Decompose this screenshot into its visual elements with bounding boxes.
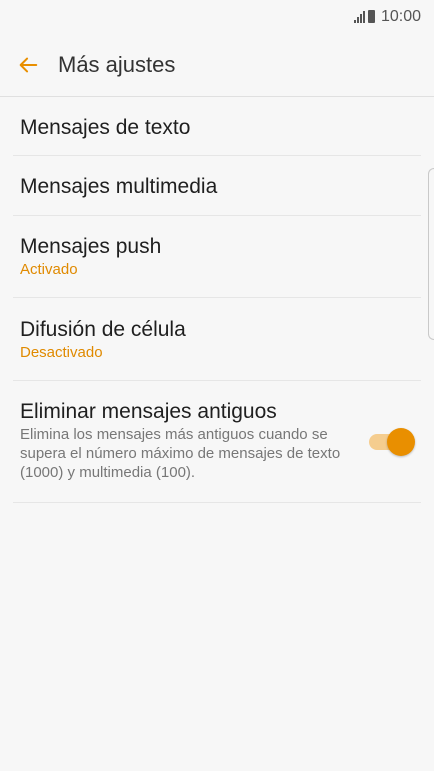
- page-title: Más ajustes: [58, 51, 176, 77]
- toggle-thumb: [387, 428, 415, 456]
- settings-list: Mensajes de texto Mensajes multimedia Me…: [0, 97, 434, 503]
- status-time: 10:00: [380, 7, 421, 25]
- setting-title: Mensajes de texto: [20, 116, 191, 139]
- app-bar: Más ajustes: [0, 33, 434, 97]
- battery-icon: [367, 10, 375, 23]
- setting-status: Desactivado: [20, 344, 103, 361]
- setting-mensajes-multimedia[interactable]: Mensajes multimedia: [13, 156, 421, 216]
- setting-eliminar-mensajes-antiguos[interactable]: Eliminar mensajes antiguos Elimina los m…: [13, 381, 421, 503]
- signal-icon: [353, 10, 365, 23]
- setting-mensajes-de-texto[interactable]: Mensajes de texto: [13, 97, 421, 156]
- setting-status: Activado: [20, 261, 78, 278]
- setting-title: Eliminar mensajes antiguos: [20, 400, 277, 423]
- delete-old-messages-toggle[interactable]: [367, 426, 415, 458]
- back-arrow-icon: [19, 57, 38, 72]
- setting-mensajes-push[interactable]: Mensajes push Activado: [13, 216, 421, 298]
- setting-title: Mensajes push: [20, 235, 162, 258]
- setting-description: Elimina los mensajes más antiguos cuando…: [20, 426, 341, 481]
- setting-difusion-de-celula[interactable]: Difusión de célula Desactivado: [13, 298, 421, 381]
- setting-title: Mensajes multimedia: [20, 175, 218, 198]
- back-button[interactable]: [0, 37, 56, 93]
- edge-panel-handle[interactable]: [428, 168, 434, 340]
- setting-title: Difusión de célula: [20, 318, 186, 341]
- status-bar: 10:00: [0, 0, 434, 33]
